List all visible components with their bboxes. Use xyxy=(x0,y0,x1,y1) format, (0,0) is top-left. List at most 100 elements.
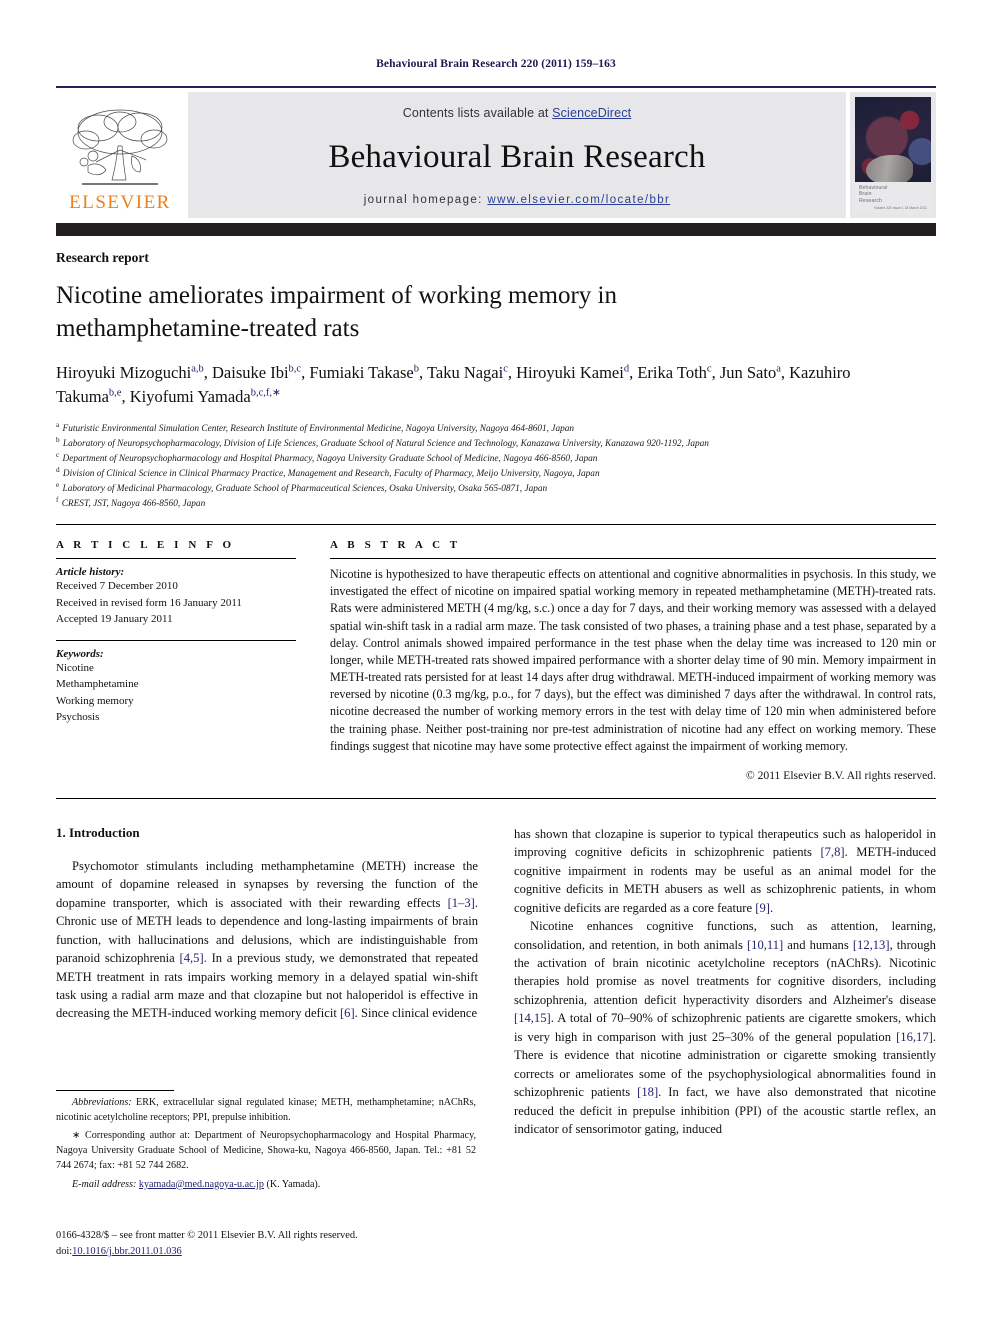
citation-4-5[interactable]: [4,5] xyxy=(180,951,204,965)
corresponding-author-marker: ∗ xyxy=(72,1130,81,1142)
article-history-2: Received in revised form 16 January 2011 xyxy=(56,596,242,609)
cover-rat-illustration xyxy=(865,155,913,186)
author-affiliation-marker: b,c,f,∗ xyxy=(250,387,281,399)
author-name: Hiroyuki Mizoguchi xyxy=(56,363,192,382)
footnote-rule xyxy=(56,1090,174,1091)
citation-14-15[interactable]: [14,15] xyxy=(514,1011,551,1025)
corresponding-author-text: Corresponding author at: Department of N… xyxy=(56,1130,476,1171)
affiliation-item: e Laboratory of Medicinal Pharmacology, … xyxy=(56,480,936,497)
article-history-label: Article history: xyxy=(56,566,125,579)
abstract-copyright: © 2011 Elsevier B.V. All rights reserved… xyxy=(745,768,936,782)
author-name: Jun Sato xyxy=(719,363,777,382)
affiliation-item: c Department of Neuropsychopharmacology … xyxy=(56,451,936,467)
intro-right-text-c: . xyxy=(769,900,774,915)
cover-caption-line-2: Brain xyxy=(859,191,872,198)
abstract-heading: A B S T R A C T xyxy=(330,539,461,552)
elsevier-tree-icon xyxy=(68,106,172,192)
article-info-rule-2 xyxy=(56,639,296,641)
article-info-column: A R T I C L E I N F O Article history: R… xyxy=(56,539,296,782)
masthead: ELSEVIER Contents lists available at Sci… xyxy=(56,86,936,218)
running-head: Behavioural Brain Research 220 (2011) 15… xyxy=(376,58,616,70)
affiliation-text: Laboratory of Medicinal Pharmacology, Gr… xyxy=(60,484,548,494)
author-affiliation-marker: c xyxy=(706,363,712,375)
affiliation-marker: a xyxy=(56,420,60,429)
article-info-rule-1 xyxy=(56,558,296,560)
email-link[interactable]: kyamada@med.nagoya-u.ac.jp xyxy=(139,1179,264,1190)
citation-16-17[interactable]: [16,17] xyxy=(896,1030,933,1044)
citation-1-3[interactable]: [1–3] xyxy=(448,896,475,910)
journal-cover-thumbnail: Behavioural Brain Research Volume 220 Is… xyxy=(850,92,936,218)
author-affiliation-marker: b,e xyxy=(108,387,122,399)
intro-paragraph-right-cont: has shown that clozapine is superior to … xyxy=(514,825,936,917)
elsevier-wordmark: ELSEVIER xyxy=(69,192,171,213)
citation-12-13[interactable]: [12,13] xyxy=(853,938,890,952)
cover-caption-issue: Volume 220 Issue 1 15 March 2011 xyxy=(873,205,927,210)
intro-right2-text-b: and humans xyxy=(783,937,853,952)
keyword-3: Working memory xyxy=(56,694,134,707)
journal-article-page: Behavioural Brain Research 220 (2011) 15… xyxy=(0,0,992,1323)
footnote-abbreviations: Abbreviations: ERK, extracellular signal… xyxy=(56,1096,476,1125)
cover-caption: Behavioural Brain Research Volume 220 Is… xyxy=(855,181,931,213)
cover-caption-line-1: Behavioural xyxy=(859,184,888,191)
article-kind-label: Research report xyxy=(56,250,149,265)
author-name: Kiyofumi Yamada xyxy=(129,387,251,407)
homepage-prefix: journal homepage: xyxy=(363,194,483,206)
info-abstract-region: A R T I C L E I N F O Article history: R… xyxy=(56,539,936,782)
article-header: Research report Nicotine ameliorates imp… xyxy=(56,250,936,512)
abstract-rule xyxy=(330,558,936,560)
journal-cover-image: Behavioural Brain Research Volume 220 Is… xyxy=(855,97,931,213)
journal-homepage-link[interactable]: www.elsevier.com/locate/bbr xyxy=(487,194,670,206)
doi-line: doi:10.1016/j.bbr.2011.01.036 xyxy=(56,1244,496,1260)
citation-7-8[interactable]: [7,8] xyxy=(820,845,844,859)
section-title-introduction: 1. Introduction xyxy=(56,824,140,840)
affiliation-text: CREST, JST, Nagoya 466-8560, Japan xyxy=(59,499,206,510)
article-history-3: Accepted 19 January 2011 xyxy=(56,613,173,626)
email-suffix: (K. Yamada). xyxy=(263,1178,321,1190)
citation-18[interactable]: [18] xyxy=(637,1085,658,1099)
journal-title: Behavioural Brain Research xyxy=(328,138,706,175)
affiliation-text: Laboratory of Neuropsychopharmacology, D… xyxy=(60,438,709,449)
keyword-1: Nicotine xyxy=(56,661,94,674)
doi-link[interactable]: 10.1016/j.bbr.2011.01.036 xyxy=(72,1246,182,1257)
imprint-block: 0166-4328/$ – see front matter © 2011 El… xyxy=(56,1228,496,1259)
author-affiliation-marker: d xyxy=(623,363,630,375)
intro-left-text-d: . Since clinical evidence xyxy=(354,1006,478,1021)
author-affiliation-marker: a xyxy=(776,363,781,375)
author-name: Taku Nagai xyxy=(426,363,504,382)
author-affiliation-marker: b xyxy=(413,363,419,375)
cover-caption-line-3: Research xyxy=(859,198,883,204)
issn-copyright-line: 0166-4328/$ – see front matter © 2011 El… xyxy=(56,1230,358,1241)
footnote-region: Abbreviations: ERK, extracellular signal… xyxy=(56,1090,476,1192)
author-name: Daisuke Ibi xyxy=(212,363,289,382)
abstract-divider xyxy=(56,797,936,799)
contents-prefix: Contents lists available at xyxy=(402,106,553,120)
intro-left-text-a: Psychomotor stimulants including methamp… xyxy=(56,858,478,910)
affiliation-marker: d xyxy=(56,465,60,474)
affiliation-marker: e xyxy=(56,480,60,489)
abstract-column: A B S T R A C T Nicotine is hypothesized… xyxy=(330,539,936,782)
footnote-email: E-mail address: kyamada@med.nagoya-u.ac.… xyxy=(56,1178,476,1193)
sciencedirect-link[interactable]: ScienceDirect xyxy=(552,106,631,120)
author-affiliation-marker: b,c xyxy=(288,363,302,375)
intro-paragraph-left: Psychomotor stimulants including methamp… xyxy=(56,857,478,1023)
citation-6[interactable]: [6] xyxy=(340,1006,355,1020)
intro-paragraph-right-2: Nicotine enhances cognitive functions, s… xyxy=(514,917,936,1138)
intro-right2-text-d: . A total of 70–90% of schizophrenic pat… xyxy=(514,1011,936,1044)
author-affiliation-marker: c xyxy=(503,363,508,375)
journal-homepage-line: journal homepage: www.elsevier.com/locat… xyxy=(364,194,671,206)
masthead-dark-bar xyxy=(56,223,936,236)
author-name: Hiroyuki Kamei xyxy=(516,363,624,382)
affiliation-list: a Futuristic Environmental Simulation Ce… xyxy=(56,420,936,512)
masthead-center: Contents lists available at ScienceDirec… xyxy=(188,92,846,218)
body-column-right: has shown that clozapine is superior to … xyxy=(514,825,936,1138)
email-address-label: E-mail address: xyxy=(72,1178,137,1190)
citation-10-11[interactable]: [10,11] xyxy=(747,938,783,952)
citation-9[interactable]: [9] xyxy=(755,901,770,915)
author-name: Erika Toth xyxy=(637,363,707,382)
page-title: Nicotine ameliorates impairment of worki… xyxy=(56,282,617,342)
keyword-2: Methamphetamine xyxy=(56,678,139,691)
abstract-text: Nicotine is hypothesized to have therape… xyxy=(330,567,936,753)
affiliation-item: d Division of Clinical Science in Clinic… xyxy=(56,465,936,482)
author-name: Fumiaki Takase xyxy=(309,363,414,382)
article-history-1: Received 7 December 2010 xyxy=(56,580,178,593)
